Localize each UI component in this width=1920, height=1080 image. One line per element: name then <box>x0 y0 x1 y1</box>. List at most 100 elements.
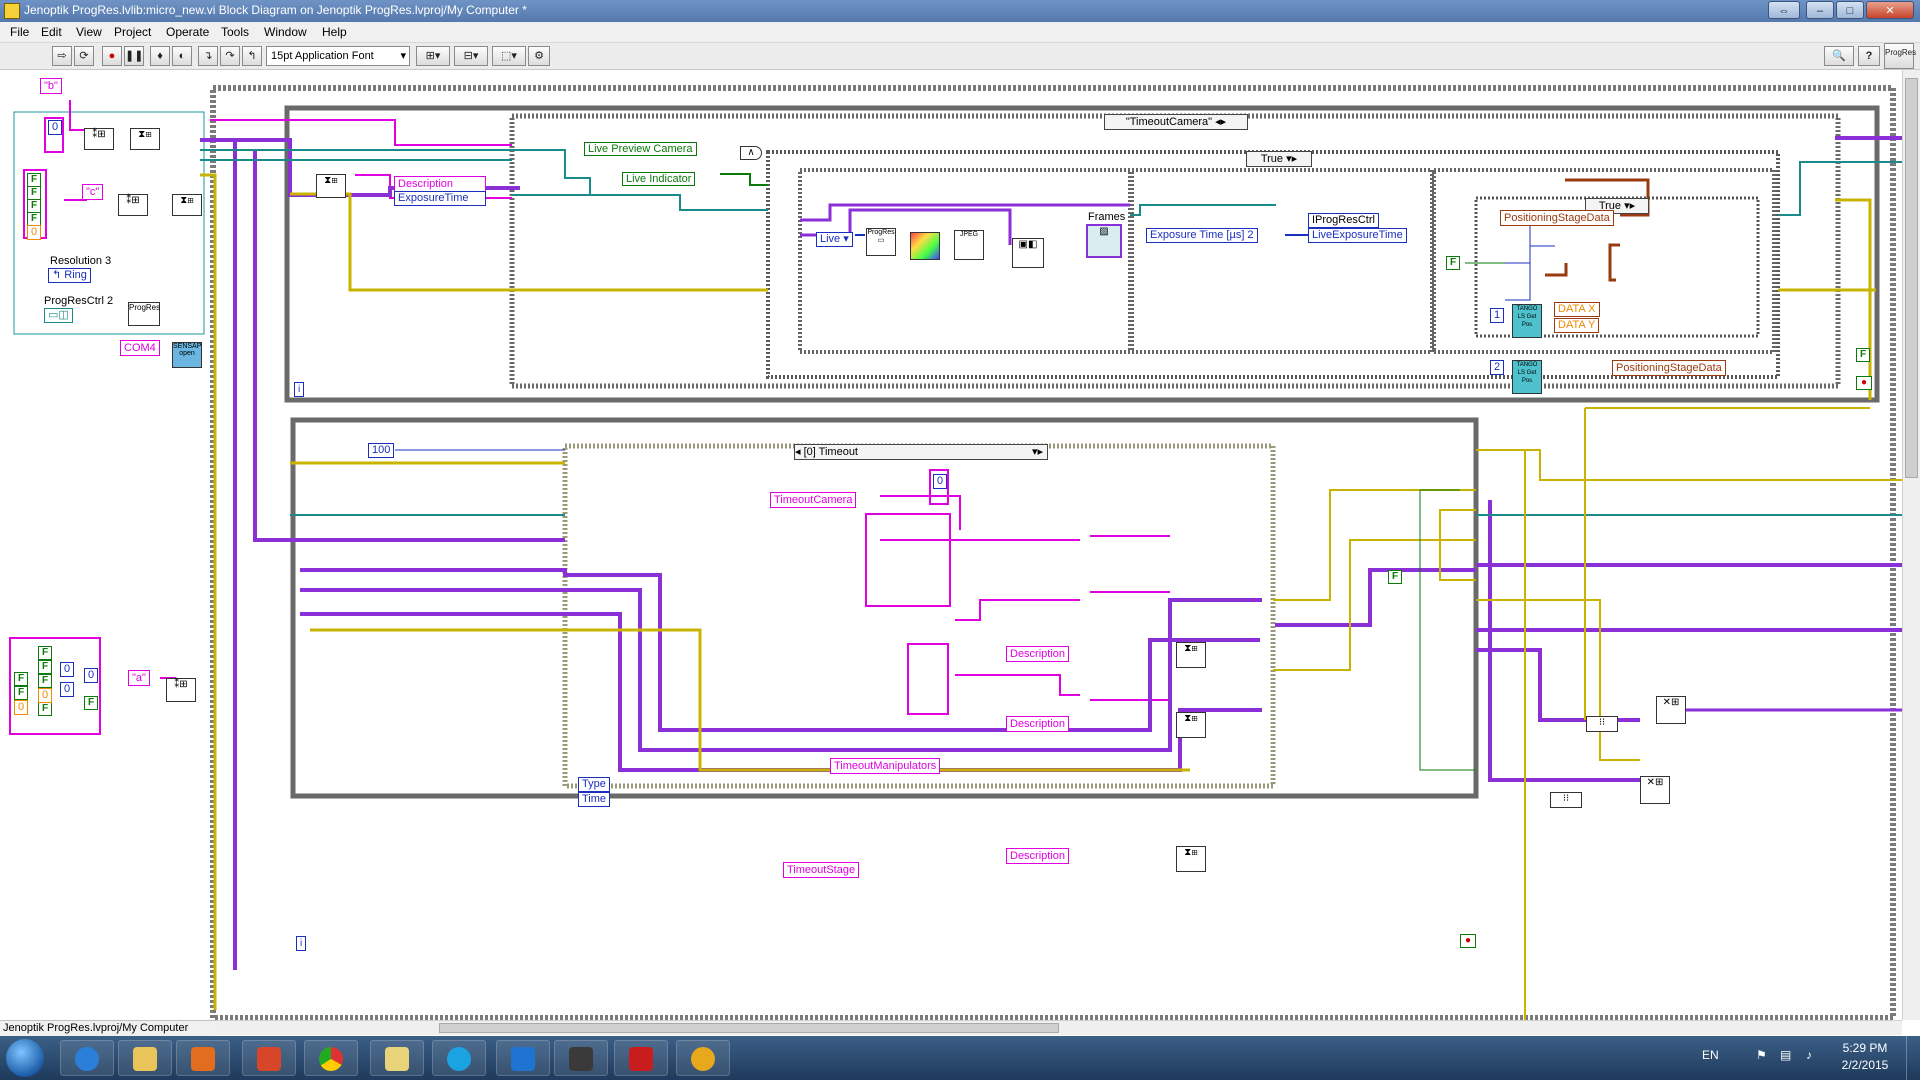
bool-const-1[interactable]: F <box>27 173 42 187</box>
horizontal-scroll-thumb[interactable] <box>439 1023 1059 1033</box>
queue-node-3-icon[interactable]: ⁑⊞ <box>166 678 196 702</box>
volume-icon[interactable]: ♪ <box>1806 1048 1812 1062</box>
description-bundle-2[interactable]: Description <box>1006 716 1070 732</box>
step-into-icon[interactable]: ↴ <box>198 46 218 66</box>
data-x-field[interactable]: DATA X <box>1554 302 1600 317</box>
bool-const-2[interactable]: F <box>27 186 42 200</box>
timeout-camera-case-selector[interactable]: "TimeoutCamera" ◂▸ <box>1104 114 1248 130</box>
stop-terminal-lower-icon[interactable]: ● <box>1460 934 1476 948</box>
color-convert-icon[interactable] <box>910 232 940 260</box>
minimize-button[interactable]: – <box>1806 1 1834 19</box>
close-button[interactable]: ✕ <box>1866 1 1914 19</box>
description-bundle-1[interactable]: Description <box>1006 646 1070 662</box>
block-diagram[interactable]: "b" 0 ⁑⊞ ⧗⊞ ⁑⊞ ⧗⊞ F F F F 0 "c" Resoluti… <box>0 70 1902 1020</box>
positioning-stage-data-local-in[interactable]: PositioningStageData <box>1500 210 1614 226</box>
stop-terminal-icon[interactable]: ● <box>1856 376 1872 390</box>
context-help-button[interactable]: ? <box>1858 46 1880 66</box>
skype-icon[interactable] <box>432 1040 486 1076</box>
menu-project[interactable]: Project <box>114 25 151 39</box>
dequeue-node-icon[interactable]: ⧗⊞ <box>316 174 346 198</box>
enqueue-manipulators-icon[interactable]: ⧗⊞ <box>1176 712 1206 738</box>
language-indicator[interactable]: EN <box>1702 1048 1719 1062</box>
queue-node-icon[interactable]: ⁑⊞ <box>84 128 114 150</box>
teamviewer-icon[interactable] <box>496 1040 550 1076</box>
ring-control[interactable]: ↰ Ring <box>48 268 91 283</box>
maximize-button[interactable]: □ <box>1836 1 1864 19</box>
horizontal-scrollbar[interactable] <box>215 1020 1902 1035</box>
labview-taskbar-icon[interactable] <box>370 1040 424 1076</box>
picture-indicator-icon[interactable]: ▨ <box>1086 224 1122 258</box>
image-to-picture-icon[interactable]: ▣◧ <box>1012 238 1044 268</box>
flag-icon[interactable]: ⚑ <box>1756 1048 1767 1062</box>
com-port-constant[interactable]: COM4 <box>120 340 160 356</box>
abort-icon[interactable]: ● <box>102 46 122 66</box>
distribute-objects-icon[interactable]: ⊟▾ <box>454 46 488 66</box>
internet-explorer-icon[interactable] <box>60 1040 114 1076</box>
description-field[interactable]: Description <box>394 176 486 192</box>
sensor-open-icon[interactable]: SENSAP open <box>172 342 202 368</box>
bool-constant-upper[interactable]: F <box>1446 256 1461 270</box>
dbl-const-b2[interactable]: 0 <box>38 688 53 703</box>
progres-node-icon[interactable]: ProgRes <box>128 302 160 326</box>
run-arrow-icon[interactable]: ⇨ <box>52 46 72 66</box>
tango-axis-2-constant[interactable]: 2 <box>1490 360 1505 375</box>
start-button[interactable] <box>6 1039 44 1077</box>
iprogres-property-node[interactable]: IProgResCtrl <box>1308 213 1379 228</box>
enqueue-camera-icon[interactable]: ⧗⊞ <box>1176 642 1206 668</box>
tango-get-pos-1-icon[interactable]: TANGO LS Get Pos <box>1512 304 1542 338</box>
pause-icon[interactable]: ❚❚ <box>124 46 144 66</box>
bool-const-b4[interactable]: F <box>38 660 53 674</box>
reorder-icon[interactable]: ⚙ <box>528 46 550 66</box>
retain-wire-values-icon[interactable]: ◐ <box>172 46 192 66</box>
file-explorer-icon[interactable] <box>118 1040 172 1076</box>
live-exposure-time-property[interactable]: LiveExposureTime <box>1308 228 1407 243</box>
bool-const-3[interactable]: F <box>27 199 42 213</box>
live-enum[interactable]: Live ▾ <box>816 232 853 247</box>
clock[interactable]: 5:29 PM 2/2/2015 <box>1830 1040 1900 1074</box>
media-encoder-icon[interactable] <box>554 1040 608 1076</box>
chrome-icon[interactable] <box>304 1040 358 1076</box>
network-icon[interactable]: ▤ <box>1780 1048 1791 1062</box>
dbl-const[interactable]: 0 <box>27 225 42 240</box>
timeout-camera-constant[interactable]: TimeoutCamera <box>770 492 857 508</box>
progres-grab-icon[interactable]: ProgRes ▭ <box>866 228 896 256</box>
bool-const-b6[interactable]: F <box>38 702 53 716</box>
resize-objects-icon[interactable]: ⬚▾ <box>492 46 526 66</box>
tango-axis-1-constant[interactable]: 1 <box>1490 308 1505 323</box>
merge-errors-2-icon[interactable]: ⁝⁝ <box>1550 792 1582 808</box>
menu-edit[interactable]: Edit <box>41 25 62 39</box>
enqueue-node-2-icon[interactable]: ⧗⊞ <box>172 194 202 216</box>
num-const-b3[interactable]: 0 <box>60 662 75 677</box>
misc-app-icon[interactable] <box>676 1040 730 1076</box>
menu-help[interactable]: Help <box>322 25 347 39</box>
live-indicator-local[interactable]: Live Indicator <box>622 172 696 186</box>
vertical-scroll-thumb[interactable] <box>1905 78 1918 478</box>
show-desktop-button[interactable] <box>1906 1036 1920 1080</box>
positioning-stage-data-local-out[interactable]: PositioningStageData <box>1612 360 1726 376</box>
dbl-const-b1[interactable]: 0 <box>14 700 29 715</box>
merge-errors-1-icon[interactable]: ⁝⁝ <box>1586 716 1618 732</box>
true-case-selector[interactable]: True ▾▸ <box>1246 151 1312 167</box>
bool-const-b3[interactable]: F <box>38 646 53 660</box>
menu-view[interactable]: View <box>76 25 102 39</box>
highlight-execution-icon[interactable]: ♦ <box>150 46 170 66</box>
resize-button[interactable]: ⇔ <box>1768 1 1800 19</box>
bool-constant-upper-2[interactable]: F <box>1856 348 1871 362</box>
num-const-b5[interactable]: 0 <box>84 668 99 683</box>
bool-const-b2[interactable]: F <box>14 686 29 700</box>
align-objects-icon[interactable]: ⊞▾ <box>416 46 450 66</box>
search-icon[interactable]: 🔍 <box>1824 46 1854 66</box>
timeout-manipulators-constant[interactable]: TimeoutManipulators <box>830 758 941 774</box>
menu-tools[interactable]: Tools <box>221 25 249 39</box>
exposure-time-field[interactable]: ExposureTime <box>394 191 486 206</box>
tango-get-pos-2-icon[interactable]: TANGO LS Get Pos <box>1512 360 1542 394</box>
exposure-time-control[interactable]: Exposure Time [µs] 2 <box>1146 228 1258 243</box>
menu-window[interactable]: Window <box>264 25 307 39</box>
timeout-case-selector[interactable]: ◂ [0] Timeout ▾▸ <box>794 444 1048 460</box>
numeric-constant-lower[interactable]: 0 <box>933 474 948 489</box>
num-const-b4[interactable]: 0 <box>60 682 75 697</box>
description-bundle-3[interactable]: Description <box>1006 848 1070 864</box>
string-constant-b[interactable]: "b" <box>40 78 62 94</box>
step-over-icon[interactable]: ↷ <box>220 46 240 66</box>
live-preview-camera-local[interactable]: Live Preview Camera <box>584 142 697 156</box>
